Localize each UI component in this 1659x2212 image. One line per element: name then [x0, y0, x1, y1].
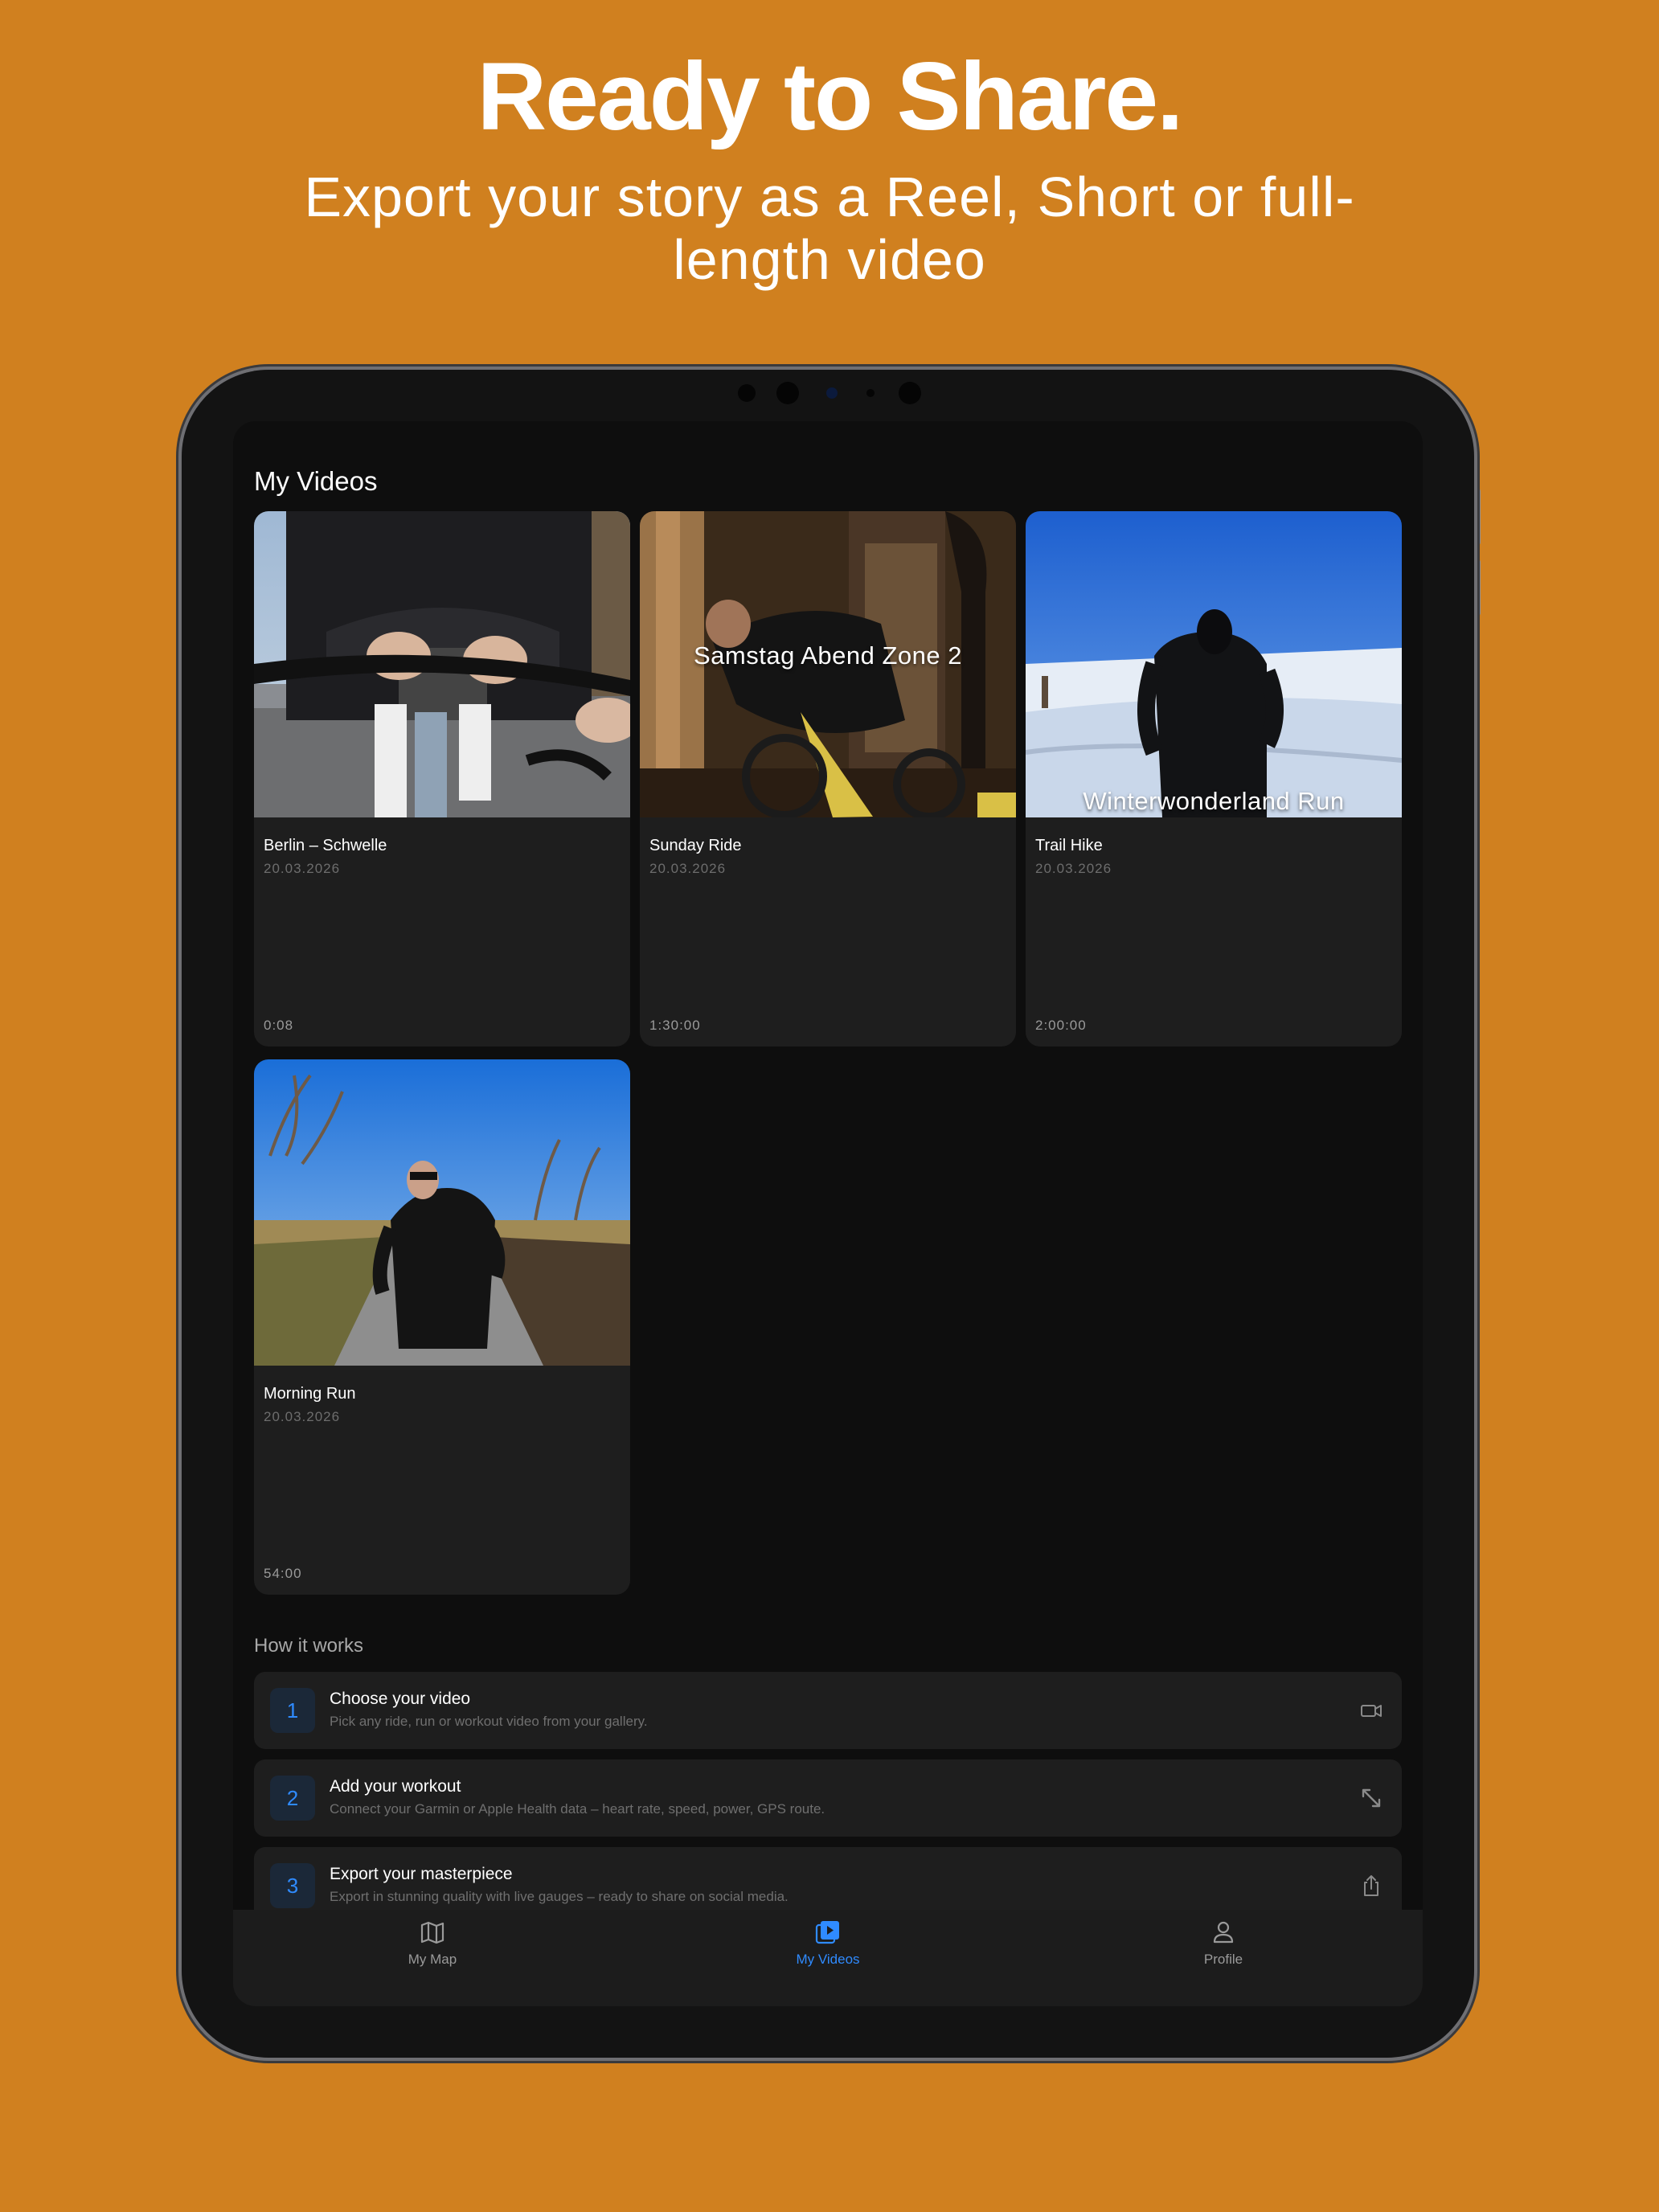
expand-arrows-icon	[1362, 1788, 1381, 1808]
video-thumbnail	[254, 511, 630, 817]
video-date: 20.03.2026	[1035, 861, 1112, 876]
video-thumbnail	[1026, 511, 1402, 817]
video-camera-icon	[1361, 1705, 1382, 1717]
step-title: Export your masterpiece	[330, 1865, 513, 1883]
video-duration: 0:08	[264, 1018, 294, 1033]
video-card[interactable]: Berlin – Schwelle 20.03.2026 0:08	[254, 511, 630, 1047]
step-number: 1	[270, 1688, 315, 1733]
step-title: Add your workout	[330, 1777, 461, 1796]
how-it-works-step: 2 Add your workout Connect your Garmin o…	[254, 1759, 1402, 1837]
step-description: Pick any ride, run or workout video from…	[330, 1714, 648, 1729]
video-card[interactable]: Morning Run 20.03.2026 54:00	[254, 1059, 630, 1595]
volume-up-button	[1474, 489, 1481, 545]
video-card[interactable]: Samstag Abend Zone 2 Sunday Ride 20.03.2…	[640, 511, 1016, 1047]
sensor-dot	[899, 382, 921, 404]
sensor-dot	[738, 384, 756, 402]
tab-my-videos[interactable]: My Videos	[748, 1918, 908, 1968]
tab-label: My Map	[408, 1952, 457, 1967]
video-library-icon	[815, 1921, 839, 1944]
step-number: 3	[270, 1863, 315, 1908]
video-title: Morning Run	[264, 1385, 356, 1403]
section-title-how-it-works: How it works	[254, 1635, 364, 1657]
step-description: Connect your Garmin or Apple Health data…	[330, 1801, 825, 1817]
tab-profile[interactable]: Profile	[1143, 1918, 1304, 1968]
video-duration: 2:00:00	[1035, 1018, 1087, 1033]
sensor-dot	[776, 382, 799, 404]
volume-down-button	[1474, 559, 1481, 616]
app-screen: My Videos Berlin – Schwelle 20.03.2026 0…	[233, 421, 1423, 2006]
video-overlay-text: Winterwonderland Run	[1083, 787, 1345, 815]
video-thumbnail	[254, 1059, 630, 1366]
share-icon	[1364, 1875, 1378, 1896]
how-it-works-step: 1 Choose your video Pick any ride, run o…	[254, 1672, 1402, 1749]
video-title: Berlin – Schwelle	[264, 837, 387, 854]
tab-label: Profile	[1203, 1952, 1243, 1967]
video-duration: 54:00	[264, 1566, 302, 1581]
front-camera-icon	[826, 387, 838, 399]
video-overlay-text: Samstag Abend Zone 2	[693, 641, 962, 670]
step-number: 2	[270, 1776, 315, 1821]
tab-label: My Videos	[796, 1952, 860, 1967]
tab-my-map[interactable]: My Map	[352, 1918, 513, 1968]
person-icon	[1213, 1921, 1234, 1944]
video-title: Trail Hike	[1035, 837, 1103, 854]
step-title: Choose your video	[330, 1690, 471, 1708]
section-title-my-videos: My Videos	[254, 466, 378, 496]
hero-title: Ready to Share.	[477, 43, 1184, 150]
sensor-dot	[866, 389, 875, 397]
video-date: 20.03.2026	[264, 861, 341, 876]
video-duration: 1:30:00	[649, 1018, 701, 1033]
video-card[interactable]: Winterwonderland Run Trail Hike 20.03.20…	[1026, 511, 1402, 1047]
map-icon	[420, 1921, 444, 1944]
video-date: 20.03.2026	[264, 1409, 341, 1424]
video-date: 20.03.2026	[649, 861, 727, 876]
step-description: Export in stunning quality with live gau…	[330, 1889, 789, 1904]
tab-bar: My Map My Videos Profile	[233, 1910, 1423, 2006]
hero-subtitle: Export your story as a Reel, Short or fu…	[304, 166, 1355, 291]
video-title: Sunday Ride	[649, 837, 742, 854]
